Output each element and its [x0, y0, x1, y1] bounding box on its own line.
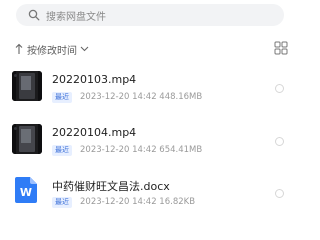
file-name: 20220103.mp4	[52, 73, 137, 86]
file-meta: 最近 2023-12-20 14:42 16.82KB	[52, 196, 195, 208]
file-row[interactable]: W 中药催财旺文昌法.docx 最近 2023-12-20 14:42 16.8…	[0, 175, 300, 225]
svg-text:W: W	[20, 186, 32, 199]
chevron-down-icon	[80, 46, 89, 52]
file-row[interactable]: 20220103.mp4 最近 2023-12-20 14:42 448.16M…	[0, 70, 300, 120]
select-checkbox[interactable]	[275, 84, 284, 93]
recent-badge: 最近	[52, 196, 72, 208]
select-checkbox[interactable]	[275, 189, 284, 198]
video-thumbnail	[12, 124, 42, 154]
video-thumbnail	[12, 71, 42, 101]
file-name: 20220104.mp4	[52, 126, 137, 139]
select-checkbox[interactable]	[275, 137, 284, 146]
sort-arrow-icon	[15, 43, 23, 54]
word-doc-icon: W	[15, 177, 37, 203]
search-icon	[28, 9, 40, 21]
sort-label: 按修改时间	[27, 45, 77, 57]
search-input[interactable]: 搜索网盘文件	[16, 4, 284, 26]
file-name: 中药催财旺文昌法.docx	[52, 180, 170, 193]
file-meta: 最近 2023-12-20 14:42 654.41MB	[52, 144, 202, 156]
file-row[interactable]: 20220104.mp4 最近 2023-12-20 14:42 654.41M…	[0, 123, 300, 173]
file-meta: 最近 2023-12-20 14:42 448.16MB	[52, 91, 202, 103]
grid-view-icon[interactable]	[274, 41, 288, 55]
recent-badge: 最近	[52, 91, 72, 103]
search-placeholder: 搜索网盘文件	[46, 11, 106, 23]
file-date-size: 2023-12-20 14:42 448.16MB	[80, 92, 203, 102]
file-date-size: 2023-12-20 14:42 654.41MB	[80, 145, 203, 155]
file-date-size: 2023-12-20 14:42 16.82KB	[80, 197, 196, 207]
recent-badge: 最近	[52, 144, 72, 156]
sort-selector[interactable]: 按修改时间	[14, 41, 89, 57]
